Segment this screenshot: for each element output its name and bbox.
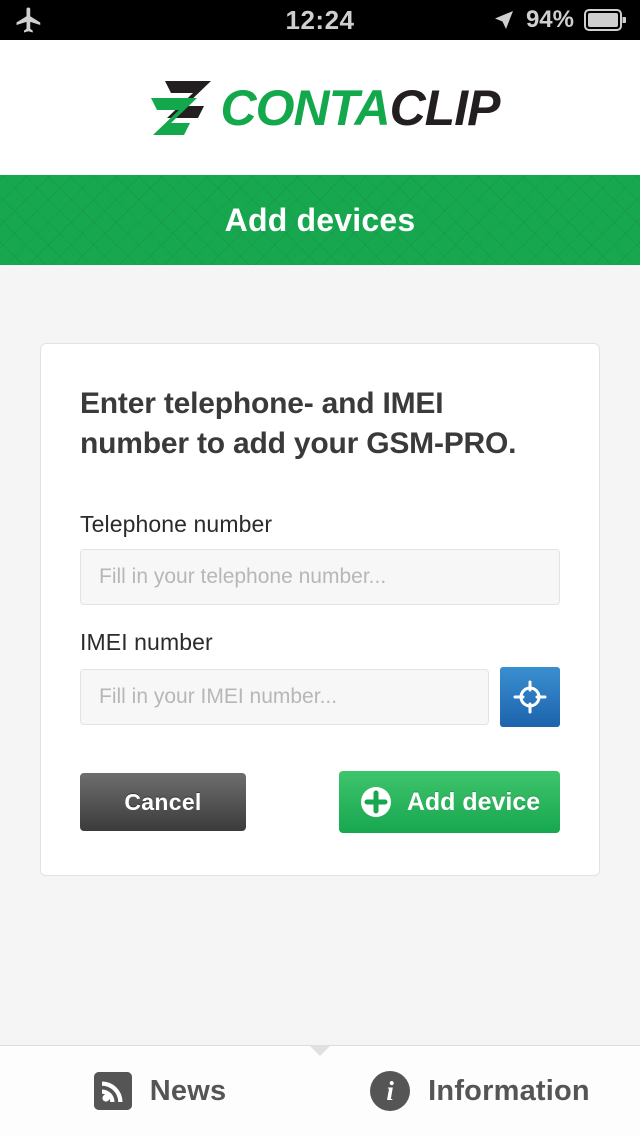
tab-news[interactable]: News xyxy=(0,1046,320,1136)
imei-field-group: IMEI number xyxy=(80,629,560,728)
status-bar-right: 94% xyxy=(355,6,626,34)
tab-news-label: News xyxy=(149,1074,227,1107)
status-bar: 12:24 94% xyxy=(0,0,640,40)
imei-label: IMEI number xyxy=(80,629,213,656)
status-bar-left xyxy=(14,5,286,35)
bottom-tab-bar: News i Information xyxy=(0,1045,640,1136)
logo-wordmark: CONTACLIP xyxy=(220,79,501,136)
logo-word-conta: CONTA xyxy=(220,79,391,136)
telephone-field-group: Telephone number xyxy=(80,511,560,606)
status-bar-center: 12:24 xyxy=(286,5,355,36)
rss-icon xyxy=(93,1072,132,1110)
imei-input[interactable] xyxy=(80,669,489,726)
logo-word-clip: CLIP xyxy=(389,79,501,136)
info-icon-glyph: i xyxy=(386,1075,394,1106)
card-heading: Enter telephone- and IMEI number to add … xyxy=(80,387,517,460)
telephone-input[interactable] xyxy=(80,549,560,606)
airplane-icon xyxy=(14,5,44,35)
add-device-label: Add device xyxy=(406,787,541,816)
imei-input-row xyxy=(80,667,560,728)
location-arrow-icon xyxy=(492,8,516,32)
add-device-card: Enter telephone- and IMEI number to add … xyxy=(40,343,600,877)
page-header-bar: Add devices xyxy=(0,175,640,265)
contaclip-logo-mark xyxy=(141,78,215,138)
tab-information-label: Information xyxy=(428,1074,590,1107)
scan-imei-button[interactable] xyxy=(500,667,560,728)
scan-target-icon xyxy=(513,680,547,714)
contaclip-logo: CONTACLIP xyxy=(141,78,500,138)
page-title: Add devices xyxy=(224,201,416,238)
content-area: Enter telephone- and IMEI number to add … xyxy=(0,265,640,1040)
brand-header: CONTACLIP xyxy=(0,40,640,175)
tab-information[interactable]: i Information xyxy=(320,1046,640,1136)
app-screen: 12:24 94% CONTACLIP Add devices Enter te… xyxy=(0,0,640,1136)
info-icon: i xyxy=(370,1071,411,1111)
battery-percent-label: 94% xyxy=(525,6,574,33)
cancel-button[interactable]: Cancel xyxy=(80,773,246,832)
status-bar-clock: 12:24 xyxy=(285,4,355,35)
plus-circle-icon xyxy=(359,785,393,819)
add-device-button[interactable]: Add device xyxy=(339,771,560,834)
card-actions: Cancel Add device xyxy=(80,771,560,834)
battery-icon xyxy=(584,9,626,31)
telephone-label: Telephone number xyxy=(80,511,273,538)
